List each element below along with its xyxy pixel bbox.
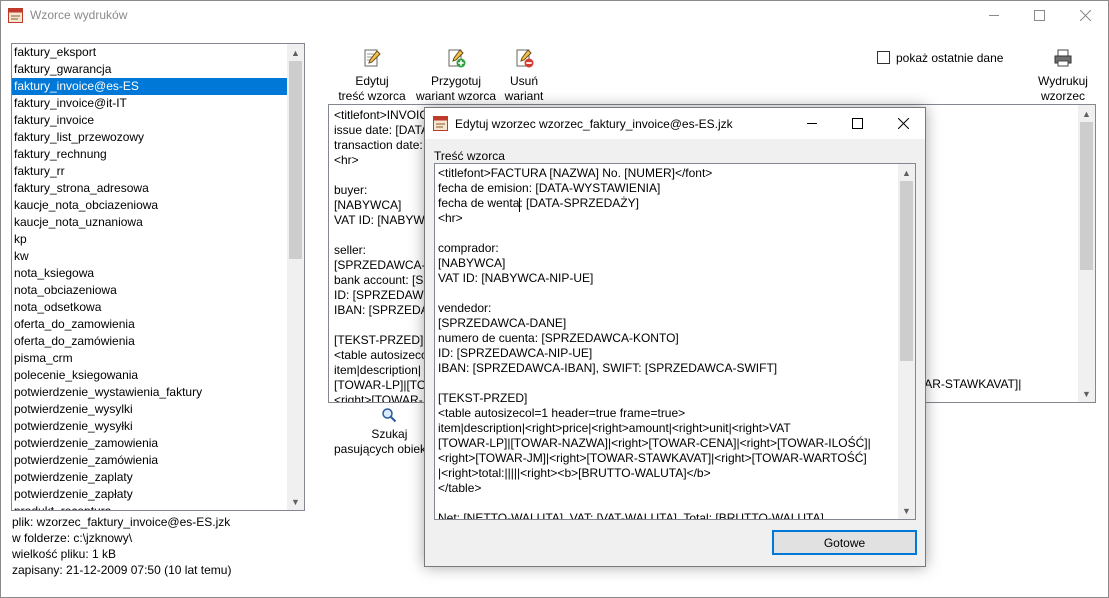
template-list-item[interactable]: polecenie_ksiegowania xyxy=(12,367,288,384)
template-list-item[interactable]: nota_odsetkowa xyxy=(12,299,288,316)
template-content-text: <titlefont>FACTURA [NAZWA] No. [NUMER]</… xyxy=(438,166,871,520)
scroll-thumb[interactable] xyxy=(900,181,913,361)
editor-scrollbar[interactable]: ▲ ▼ xyxy=(898,164,915,519)
dialog-maximize-button[interactable] xyxy=(834,108,880,139)
scroll-up-arrow-icon[interactable]: ▲ xyxy=(1078,105,1095,122)
app-template-icon xyxy=(433,116,448,131)
template-list-item[interactable]: produkt_receptura xyxy=(12,503,288,510)
template-list-item[interactable]: nota_obciazeniowa xyxy=(12,282,288,299)
template-list-item[interactable]: kp xyxy=(12,231,288,248)
template-list-item[interactable]: kaucje_nota_uznaniowa xyxy=(12,214,288,231)
text-caret xyxy=(519,198,520,212)
template-list-item[interactable]: pisma_crm xyxy=(12,350,288,367)
scroll-thumb[interactable] xyxy=(289,61,302,259)
scroll-down-arrow-icon[interactable]: ▼ xyxy=(287,493,304,510)
template-list-item[interactable]: faktury_invoice xyxy=(12,112,288,129)
template-list-item[interactable]: faktury_invoice@es-ES xyxy=(12,78,288,95)
maximize-button[interactable] xyxy=(1016,0,1062,31)
edit-template-dialog: Edytuj wzorzec wzorzec_faktury_invoice@e… xyxy=(424,107,926,567)
maximize-icon xyxy=(851,118,863,129)
template-list-item[interactable]: potwierdzenie_wystawienia_faktury xyxy=(12,384,288,401)
template-list-item[interactable]: potwierdzenie_zaplaty xyxy=(12,469,288,486)
template-list-item[interactable]: faktury_rechnung xyxy=(12,146,288,163)
scroll-down-arrow-icon[interactable]: ▼ xyxy=(898,502,915,519)
template-list-item[interactable]: faktury_gwarancja xyxy=(12,61,288,78)
template-list-item[interactable]: oferta_do_zamowienia xyxy=(12,316,288,333)
delete-variant-icon xyxy=(516,49,534,68)
close-button[interactable] xyxy=(1062,0,1108,31)
title-bar: Wzorce wydruków xyxy=(0,0,1109,31)
file-info: plik: wzorzec_faktury_invoice@es-ES.jzk … xyxy=(12,514,231,578)
prepare-variant-button[interactable]: Przygotuj wariant wzorca xyxy=(416,48,496,104)
edit-template-label: Edytuj treść wzorca xyxy=(338,74,406,103)
add-variant-icon xyxy=(448,49,466,68)
template-list-item[interactable]: potwierdzenie_zamowienia xyxy=(12,435,288,452)
file-size: wielkość pliku: 1 kB xyxy=(12,547,117,561)
show-last-data-label: pokaż ostatnie dane xyxy=(896,51,1004,65)
edit-pencil-icon xyxy=(364,49,381,67)
magnifier-icon xyxy=(382,408,397,423)
template-list-items: faktury_eksport faktury_gwarancja faktury_… xyxy=(12,44,288,510)
template-list-item[interactable]: potwierdzenie_zamówienia xyxy=(12,452,288,469)
template-list-item[interactable]: faktury_eksport xyxy=(12,44,288,61)
template-list-item[interactable]: kaucje_nota_obciazeniowa xyxy=(12,197,288,214)
delete-variant-label: Usuń wariant xyxy=(504,74,544,103)
template-list-item[interactable]: nota_ksiegowa xyxy=(12,265,288,282)
template-list-item[interactable]: faktury_list_przewozowy xyxy=(12,129,288,146)
dialog-title-bar: Edytuj wzorzec wzorzec_faktury_invoice@e… xyxy=(425,108,925,139)
dialog-close-button[interactable] xyxy=(880,108,926,139)
file-name: plik: wzorzec_faktury_invoice@es-ES.jzk xyxy=(12,515,231,529)
close-icon xyxy=(897,118,909,129)
print-template-label: Wydrukuj wzorzec xyxy=(1038,74,1088,103)
template-list-item[interactable]: faktury_strona_adresowa xyxy=(12,180,288,197)
template-list-item[interactable]: potwierdzenie_wysyłki xyxy=(12,418,288,435)
dialog-minimize-button[interactable] xyxy=(789,108,835,139)
minimize-icon xyxy=(988,15,999,16)
app-template-icon xyxy=(8,8,23,23)
edit-template-button[interactable]: Edytuj treść wzorca xyxy=(338,48,406,104)
show-last-data-checkbox[interactable] xyxy=(877,51,890,64)
window-title: Wzorce wydruków xyxy=(30,8,128,22)
scroll-up-arrow-icon[interactable]: ▲ xyxy=(898,164,915,181)
template-list-item[interactable]: faktury_invoice@it-IT xyxy=(12,95,288,112)
prepare-variant-label: Przygotuj wariant wzorca xyxy=(416,74,497,103)
scroll-down-arrow-icon[interactable]: ▼ xyxy=(1078,385,1095,402)
template-content-label: Treść wzorca xyxy=(434,149,505,163)
scroll-up-arrow-icon[interactable]: ▲ xyxy=(287,44,304,61)
maximize-icon xyxy=(1033,10,1045,21)
preview-scrollbar[interactable]: ▲ ▼ xyxy=(1078,105,1095,402)
template-list-item[interactable]: oferta_do_zamówienia xyxy=(12,333,288,350)
template-list-item[interactable]: faktury_rr xyxy=(12,163,288,180)
template-list-item[interactable]: potwierdzenie_wysylki xyxy=(12,401,288,418)
template-list-item[interactable]: kw xyxy=(12,248,288,265)
minimize-button[interactable] xyxy=(971,0,1017,31)
printer-icon xyxy=(1054,49,1072,67)
done-button[interactable]: Gotowe xyxy=(772,530,917,555)
print-template-button[interactable]: Wydrukuj wzorzec xyxy=(1035,48,1091,104)
template-list[interactable]: faktury_eksport faktury_gwarancja faktury_… xyxy=(11,43,305,511)
template-content-editor[interactable]: <titlefont>FACTURA [NAZWA] No. [NUMER]</… xyxy=(434,163,916,520)
file-folder: w folderze: c:\jzknowy\ xyxy=(12,531,133,545)
scroll-thumb[interactable] xyxy=(1080,122,1093,270)
delete-variant-button[interactable]: Usuń wariant xyxy=(504,48,544,104)
minimize-icon xyxy=(806,123,817,124)
template-list-scrollbar[interactable]: ▲ ▼ xyxy=(287,44,304,510)
close-icon xyxy=(1079,10,1091,21)
dialog-title: Edytuj wzorzec wzorzec_faktury_invoice@e… xyxy=(455,117,733,131)
file-saved: zapisany: 21-12-2009 07:50 (10 lat temu) xyxy=(12,563,232,577)
template-list-item[interactable]: potwierdzenie_zapłaty xyxy=(12,486,288,503)
